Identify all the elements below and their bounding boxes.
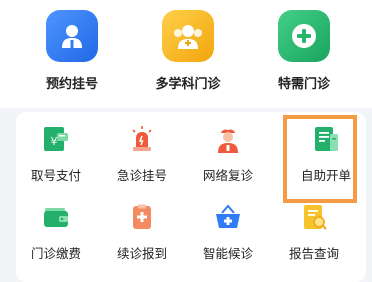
team-icon <box>162 10 214 62</box>
service-label: 智能候诊 <box>202 246 253 261</box>
service-label: 特需门诊 <box>277 77 330 92</box>
doctor-icon <box>46 10 98 62</box>
service-smart-waiting[interactable]: 智能候诊 <box>188 200 268 270</box>
service-label: 续诊报到 <box>116 246 167 261</box>
service-label: 多学科门诊 <box>155 77 221 92</box>
service-followup-checkin[interactable]: 续诊报到 <box>102 200 182 270</box>
service-label: 取号支付 <box>30 168 81 183</box>
service-label: 急诊挂号 <box>116 168 167 183</box>
nurse-icon <box>211 122 245 156</box>
service-multidisciplinary[interactable]: 多学科门诊 <box>138 10 238 100</box>
service-label: 网络复诊 <box>202 168 253 183</box>
service-appointment[interactable]: 预约挂号 <box>22 10 122 100</box>
waiting-basket-icon <box>211 200 245 234</box>
service-label: 预约挂号 <box>45 77 98 92</box>
service-label: 报告查询 <box>288 246 339 261</box>
report-search-icon <box>297 200 331 234</box>
service-label: 门诊缴费 <box>30 246 81 261</box>
plus-icon <box>278 10 330 62</box>
service-online-followup[interactable]: 网络复诊 <box>188 122 268 192</box>
service-emergency[interactable]: 急诊挂号 <box>102 122 182 192</box>
wallet-icon <box>39 200 73 234</box>
service-outpatient-payment[interactable]: 门诊缴费 <box>16 200 96 270</box>
emergency-light-icon <box>125 122 159 156</box>
highlight-box <box>283 115 357 203</box>
svg-text:¥: ¥ <box>51 135 58 148</box>
service-report-query[interactable]: 报告查询 <box>274 200 354 270</box>
checkin-icon <box>125 200 159 234</box>
ticket-pay-icon: ¥ <box>39 122 73 156</box>
top-services-panel: 预约挂号 多学科门诊 特需门诊 <box>0 0 372 108</box>
service-ticket-pay[interactable]: ¥ 取号支付 <box>16 122 96 192</box>
service-special-clinic[interactable]: 特需门诊 <box>254 10 354 100</box>
